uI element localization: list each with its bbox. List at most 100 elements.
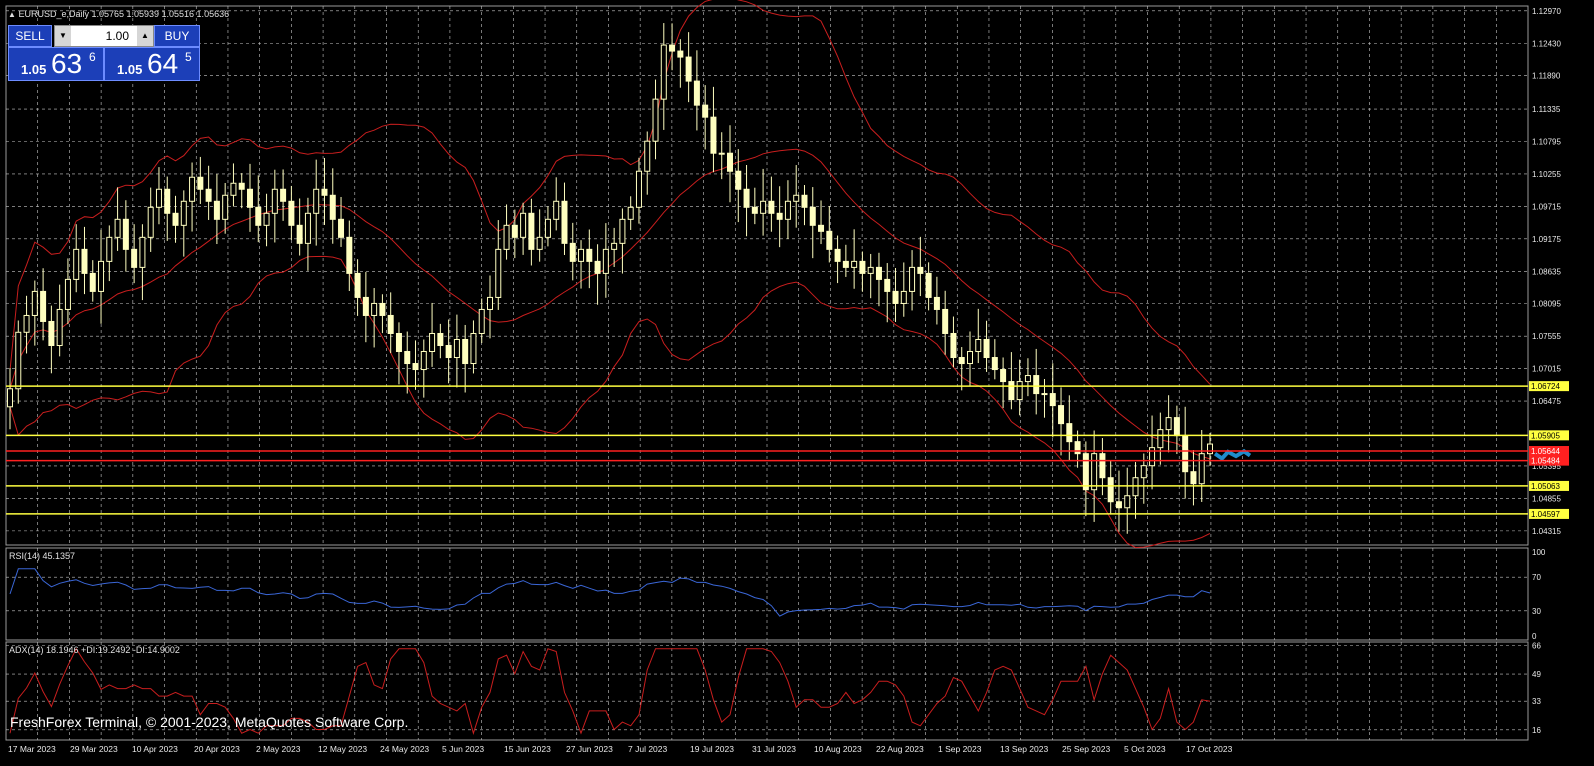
- candle-body: [1173, 417, 1180, 437]
- candle-body: [1198, 453, 1205, 485]
- adx-tick-label: 49: [1532, 670, 1541, 679]
- adx-tick-label: 66: [1532, 641, 1541, 650]
- candle-body: [983, 338, 990, 359]
- candle-body: [487, 296, 493, 310]
- level-tag-label: 1.06724: [1531, 382, 1560, 391]
- candle-body: [172, 212, 179, 226]
- chart-canvas[interactable]: 1.12970 1.12430 1.11890 1.11335 1.10795 1.102…: [0, 0, 1594, 766]
- candle-body: [884, 278, 891, 292]
- candle-body: [131, 248, 138, 268]
- candle-body: [760, 200, 767, 214]
- candle-body: [296, 224, 303, 244]
- candle-body: [1066, 423, 1073, 443]
- title-menu-icon[interactable]: ▲: [8, 10, 16, 19]
- buy-price-sup: 5: [185, 50, 192, 64]
- candle-body: [611, 242, 618, 250]
- candle-body: [635, 170, 642, 208]
- sell-button[interactable]: SELL: [8, 25, 52, 47]
- lot-value: 1.00: [105, 29, 129, 43]
- candle-body: [15, 331, 22, 390]
- candle-body: [114, 218, 121, 238]
- date-tick-label: 22 Aug 2023: [876, 744, 924, 754]
- candle-body: [942, 308, 949, 334]
- sell-price-prefix: 1.05: [21, 62, 47, 77]
- date-tick-label: 1 Sep 2023: [938, 744, 982, 754]
- candle-body: [23, 314, 30, 333]
- date-tick-label: 19 Jul 2023: [690, 744, 734, 754]
- one-click-trading-panel: SELL ▼ 1.00 ▲ BUY 1.05 63 6 1.05 64 5: [8, 23, 200, 81]
- adx-label: ADX(14) 18.1946 +DI:19.2492 -DI:14.9002: [9, 645, 180, 655]
- candle-body: [1058, 405, 1065, 425]
- candle-body: [735, 170, 742, 190]
- sell-price-sup: 6: [89, 50, 96, 64]
- candle-body: [238, 182, 245, 190]
- candle-body: [338, 218, 345, 238]
- candle-body: [321, 188, 328, 196]
- candle-body: [7, 388, 13, 408]
- candle-body: [329, 194, 336, 220]
- buy-button[interactable]: BUY: [154, 25, 200, 47]
- candle-body: [164, 188, 171, 214]
- candle-body: [1041, 393, 1048, 396]
- buy-price-big: 64: [147, 48, 179, 79]
- candle-body: [48, 320, 55, 347]
- date-tick-label: 7 Jul 2023: [628, 744, 667, 754]
- candle-body: [917, 266, 924, 274]
- buy-price-box[interactable]: 1.05 64 5: [104, 47, 200, 81]
- candle-body: [867, 266, 874, 274]
- candle-body: [776, 212, 783, 220]
- candle-body: [967, 351, 973, 365]
- sell-price-box[interactable]: 1.05 63 6: [8, 47, 104, 81]
- candle-body: [553, 200, 560, 220]
- price-tick-label: 1.12430: [1532, 39, 1561, 48]
- candle-body: [693, 80, 700, 106]
- candle-body: [1099, 453, 1106, 479]
- candle-body: [950, 332, 957, 359]
- level-tag-label: 1.05063: [1531, 482, 1560, 491]
- candle-body: [1016, 381, 1023, 401]
- candle-body: [288, 200, 295, 226]
- candle-body: [710, 116, 717, 154]
- candle-body: [528, 212, 535, 250]
- sell-price-big: 63: [51, 48, 83, 79]
- date-tick-label: 13 Sep 2023: [1000, 744, 1048, 754]
- candle-body: [1165, 417, 1172, 431]
- candle-body: [147, 206, 154, 238]
- candle-body: [586, 248, 593, 262]
- price-tick-label: 1.04855: [1532, 494, 1561, 503]
- candle-body: [362, 296, 369, 316]
- price-tick-label: 1.04315: [1532, 527, 1561, 536]
- candle-body: [544, 218, 551, 238]
- candle-body: [727, 152, 733, 172]
- lot-size-input[interactable]: ▼ 1.00 ▲: [54, 25, 154, 47]
- lot-decrease-icon[interactable]: ▼: [55, 26, 71, 46]
- candle-body: [925, 272, 932, 298]
- candle-body: [1000, 369, 1007, 383]
- candle-body: [842, 260, 849, 268]
- candle-body: [155, 188, 162, 208]
- lot-increase-icon[interactable]: ▲: [137, 26, 153, 46]
- candle-body: [1207, 443, 1213, 455]
- candle-body: [909, 266, 916, 292]
- price-tick-label: 1.07555: [1532, 332, 1561, 341]
- candle-body: [230, 182, 237, 196]
- candle-body: [536, 236, 543, 250]
- candle-body: [1033, 375, 1040, 395]
- date-tick-label: 27 Jun 2023: [566, 744, 613, 754]
- price-tick-label: 1.11890: [1532, 72, 1561, 81]
- candle-body: [511, 224, 518, 238]
- candle-body: [429, 332, 436, 353]
- candle-body: [139, 236, 146, 268]
- date-tick-label: 15 Jun 2023: [504, 744, 551, 754]
- candle-body: [271, 188, 278, 214]
- rsi-tick-label: 30: [1532, 607, 1541, 616]
- candle-body: [644, 140, 651, 172]
- candle-body: [478, 308, 485, 334]
- candle-body: [793, 194, 800, 202]
- candle-body: [453, 338, 460, 359]
- candle-body: [470, 332, 477, 365]
- candle-body: [958, 357, 965, 365]
- candle-body: [180, 200, 187, 226]
- candle-body: [1107, 477, 1114, 503]
- candle-body: [247, 188, 253, 208]
